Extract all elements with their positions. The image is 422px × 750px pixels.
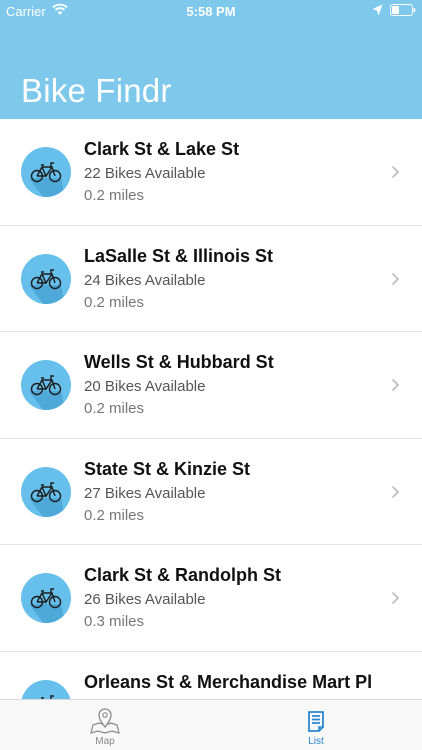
station-name: LaSalle St & Illinois St <box>84 245 274 266</box>
station-distance: 0.2 miles <box>84 506 145 524</box>
app-header: Carrier 5:58 PM Bike Findr <box>0 0 422 119</box>
station-list[interactable]: Clark St & Lake St 22 Bikes Available 0.… <box>0 119 422 699</box>
station-distance: 0.3 miles <box>84 613 145 631</box>
station-name: Orleans St & Merchandise Mart Pl <box>84 671 373 692</box>
location-arrow-icon <box>372 4 383 16</box>
bikes-available: 24 Bikes Available <box>84 271 206 289</box>
chevron-right-icon <box>391 165 400 179</box>
list-item[interactable]: LaSalle St & Illinois St 24 Bikes Availa… <box>0 226 422 333</box>
list-item[interactable]: State St & Kinzie St 27 Bikes Available … <box>0 439 422 546</box>
station-distance: 0.2 miles <box>84 400 145 418</box>
bike-icon <box>21 253 71 304</box>
bikes-available: 27 Bikes Available <box>84 484 206 502</box>
station-distance: 0.2 miles <box>84 293 145 311</box>
tab-map-label: Map <box>95 736 115 747</box>
tab-list[interactable]: List <box>276 700 356 750</box>
station-name: Clark St & Lake St <box>84 139 240 159</box>
station-name: State St & Kinzie St <box>84 458 251 479</box>
list-icon <box>308 711 324 732</box>
bike-icon <box>21 466 71 517</box>
chevron-right-icon <box>391 378 400 392</box>
bikes-available: 20 Bikes Available <box>84 378 206 396</box>
bike-icon <box>21 147 71 197</box>
bike-icon <box>21 679 71 699</box>
list-item[interactable]: Wells St & Hubbard St 20 Bikes Available… <box>0 332 422 439</box>
status-bar: Carrier 5:58 PM <box>0 0 422 22</box>
bike-icon <box>21 573 71 624</box>
tab-map[interactable]: Map <box>65 700 145 750</box>
map-pin-icon <box>90 708 120 734</box>
bikes-available: 26 Bikes Available <box>84 591 206 609</box>
chevron-right-icon <box>391 592 400 605</box>
bikes-available: 22 Bikes Available <box>84 165 206 182</box>
tab-list-label: List <box>308 736 324 747</box>
station-name: Clark St & Randolph St <box>84 565 282 586</box>
chevron-right-icon <box>391 485 400 498</box>
page-title: Bike Findr <box>21 72 172 109</box>
battery-icon <box>390 4 416 16</box>
bike-icon <box>21 360 71 411</box>
tab-bar: Map List <box>0 699 422 750</box>
chevron-right-icon <box>391 272 400 285</box>
list-item[interactable]: Clark St & Lake St 22 Bikes Available 0.… <box>0 119 422 226</box>
list-item[interactable]: Clark St & Randolph St 26 Bikes Availabl… <box>0 545 422 652</box>
list-item[interactable]: Orleans St & Merchandise Mart Pl <box>0 652 422 699</box>
station-distance: 0.2 miles <box>84 187 145 204</box>
status-time: 5:58 PM <box>186 4 236 19</box>
station-name: Wells St & Hubbard St <box>84 352 274 373</box>
